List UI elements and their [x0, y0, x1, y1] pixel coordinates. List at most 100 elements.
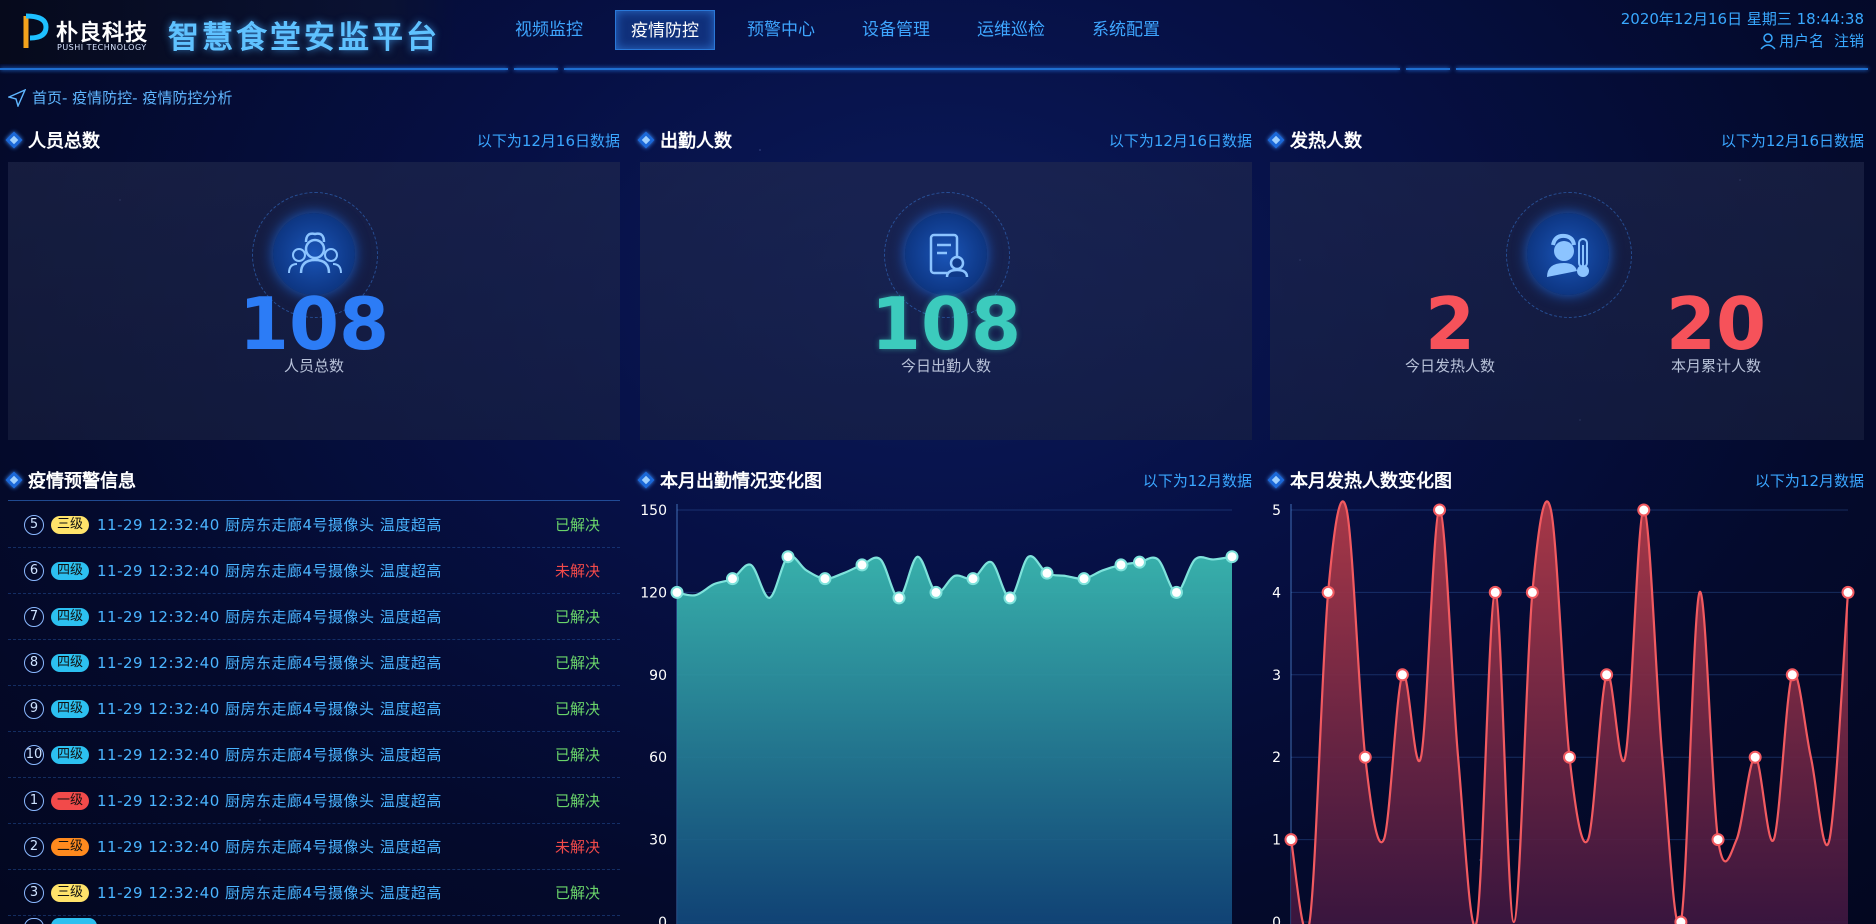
main-nav: 视频监控 疫情防控 预警中心 设备管理 运维巡检 系统配置 [500, 10, 1192, 52]
series-area [1291, 501, 1848, 924]
header-line-segment [564, 68, 1400, 70]
data-point[interactable] [818, 572, 832, 586]
nav-tab-5[interactable]: 系统配置 [1077, 10, 1175, 50]
warning-row[interactable]: 10 四级 11-29 12:32:40 厨房东走廊4号摄像头 温度超高 已解决 [8, 732, 620, 778]
data-point[interactable] [1433, 503, 1447, 517]
fever-chart-title: 本月发热人数变化图 [1290, 471, 1452, 492]
fever-today-value: 2 [1424, 282, 1476, 366]
data-point[interactable] [1600, 668, 1614, 682]
warning-level-badge: 四级 [51, 745, 90, 764]
breadcrumb-text[interactable]: 首页- 疫情防控- 疫情防控分析 [32, 87, 232, 108]
data-point[interactable] [1711, 833, 1725, 847]
warning-row[interactable]: 9 四级 11-29 12:32:40 厨房东走廊4号摄像头 温度超高 已解决 [8, 686, 620, 732]
warning-index: 8 [24, 652, 44, 673]
nav-tab-4[interactable]: 运维巡检 [962, 10, 1060, 50]
total-count-value: 108 [238, 282, 390, 366]
warning-row[interactable]: 7 四级 11-29 12:32:40 厨房东走廊4号摄像头 温度超高 已解决 [8, 594, 620, 640]
attendance-area-chart: 0 30 60 90 120 150 [640, 503, 1239, 924]
data-point[interactable] [781, 550, 795, 564]
data-point[interactable] [1395, 668, 1409, 682]
data-point[interactable] [1674, 915, 1688, 924]
warning-list-overflow-index [24, 918, 44, 924]
warning-level-badge: 四级 [51, 653, 90, 672]
data-point[interactable] [726, 572, 739, 586]
current-datetime: 2020年12月16日 星期三 18:44:38 [1620, 10, 1864, 28]
warning-list-overflow-badge [51, 918, 97, 924]
stat-card-fever: 2 今日发热人数 20 本月累计人数 [1270, 162, 1864, 440]
data-point[interactable] [929, 585, 943, 599]
data-point[interactable] [1488, 585, 1502, 599]
header-line-segment [514, 68, 558, 70]
data-point[interactable] [1003, 591, 1017, 605]
warning-level-badge: 四级 [51, 607, 90, 626]
data-point[interactable] [670, 585, 684, 599]
warning-status: 已解决 [554, 516, 600, 534]
warning-row[interactable]: 5 三级 11-29 12:32:40 厨房东走廊4号摄像头 温度超高 已解决 [8, 502, 620, 548]
warning-status: 已解决 [554, 792, 600, 810]
breadcrumb: 首页- 疫情防控- 疫情防控分析 [8, 87, 232, 108]
nav-tab-1[interactable]: 疫情防控 [615, 10, 715, 50]
nav-tab-3[interactable]: 设备管理 [847, 10, 945, 50]
warning-text: 11-29 12:32:40 厨房东走廊4号摄像头 温度超高 [97, 654, 442, 672]
attendance-count-label: 今日出勤人数 [900, 357, 991, 375]
fever-thermometer-icon [1547, 233, 1589, 277]
section-diamond-icon [640, 474, 652, 486]
header-line-segment [1456, 68, 1868, 70]
warning-index: 6 [24, 560, 44, 581]
stat-card-total: 108 人员总数 [8, 162, 620, 440]
panel-title-total: 人员总数 [28, 131, 100, 152]
data-point[interactable] [1841, 585, 1855, 599]
user-icon[interactable] [1759, 32, 1777, 50]
username-link[interactable]: 用户名 [1779, 30, 1824, 51]
y-tick-label: 30 [649, 833, 667, 849]
data-point[interactable] [1040, 566, 1054, 580]
platform-title: 智慧食堂安监平台 [168, 20, 440, 56]
data-point[interactable] [1170, 585, 1183, 599]
data-point[interactable] [1321, 585, 1335, 599]
data-point[interactable] [1358, 750, 1372, 764]
top-header: 朴良科技 PUSHI TECHNOLOGY 智慧食堂安监平台 视频监控 疫情防控预… [0, 0, 1876, 70]
warning-text: 11-29 12:32:40 厨房东走廊4号摄像头 温度超高 [97, 792, 442, 810]
attendance-chart-title: 本月出勤情况变化图 [660, 471, 822, 492]
data-point[interactable] [1637, 503, 1651, 517]
section-diamond-icon [1270, 134, 1282, 146]
warning-row[interactable]: 2 二级 11-29 12:32:40 厨房东走廊4号摄像头 温度超高 未解决 [8, 824, 620, 870]
data-point[interactable] [1225, 550, 1239, 564]
warning-row[interactable]: 6 四级 11-29 12:32:40 厨房东走廊4号摄像头 温度超高 未解决 [8, 548, 620, 594]
brand-name-en: PUSHI TECHNOLOGY [57, 43, 147, 52]
warning-list: 5 三级 11-29 12:32:40 厨房东走廊4号摄像头 温度超高 已解决 6 四级 1… [8, 502, 620, 916]
data-point[interactable] [1525, 585, 1539, 599]
warning-index: 7 [24, 606, 44, 627]
data-point[interactable] [1284, 833, 1298, 847]
panel-header-fever-chart: 本月发热人数变化图 以下为12月数据 [1270, 467, 1864, 493]
panel-header-attendance-chart: 本月出勤情况变化图 以下为12月数据 [640, 467, 1252, 493]
panel-header-warnings: 疫情预警信息 [8, 467, 620, 493]
data-point[interactable] [855, 558, 869, 572]
warning-index: 1 [24, 790, 44, 811]
fever-month-label: 本月累计人数 [1670, 357, 1761, 375]
warning-text: 11-29 12:32:40 厨房东走廊4号摄像头 温度超高 [97, 838, 442, 856]
logout-link[interactable]: 注销 [1834, 30, 1864, 51]
warning-index: 5 [24, 514, 44, 535]
data-point[interactable] [892, 591, 906, 605]
nav-tab-0[interactable]: 视频监控 [500, 10, 598, 50]
logo-block: 朴良科技 PUSHI TECHNOLOGY 智慧食堂安监平台 [0, 0, 456, 64]
nav-tab-2[interactable]: 预警中心 [732, 10, 830, 50]
warning-row[interactable]: 3 三级 11-29 12:32:40 厨房东走廊4号摄像头 温度超高 已解决 [8, 870, 620, 916]
warning-text: 11-29 12:32:40 厨房东走廊4号摄像头 温度超高 [97, 700, 442, 718]
data-point[interactable] [1133, 555, 1146, 569]
fever-today-label: 今日发热人数 [1404, 357, 1495, 375]
data-point[interactable] [1563, 750, 1576, 764]
warning-index: 9 [24, 698, 44, 719]
data-point[interactable] [966, 572, 980, 586]
data-point[interactable] [1748, 750, 1762, 764]
data-point[interactable] [1114, 558, 1128, 572]
data-point[interactable] [1077, 572, 1091, 586]
data-point[interactable] [1785, 668, 1799, 682]
brand-logo-icon [23, 13, 49, 48]
y-tick-label: 120 [640, 585, 667, 601]
warning-row[interactable]: 1 一级 11-29 12:32:40 厨房东走廊4号摄像头 温度超高 已解决 [8, 778, 620, 824]
warning-row[interactable]: 8 四级 11-29 12:32:40 厨房东走廊4号摄像头 温度超高 已解决 [8, 640, 620, 686]
series-area [677, 555, 1232, 924]
panel-title-fever: 发热人数 [1290, 131, 1362, 152]
